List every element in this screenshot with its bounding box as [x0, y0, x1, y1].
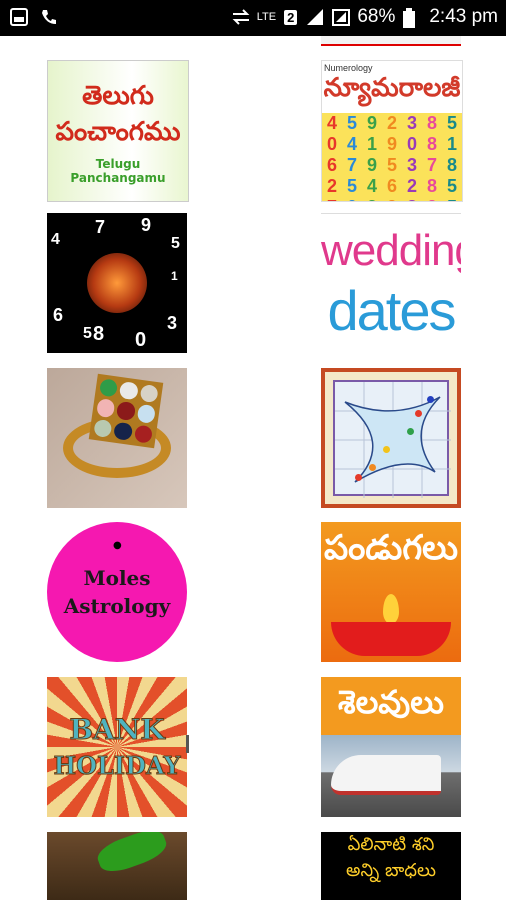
- numerology-digit: 5: [386, 155, 397, 175]
- numerology-digit: 1: [366, 134, 377, 154]
- numerology-digit: 2: [386, 113, 397, 133]
- numerology-digit: 3: [406, 113, 417, 133]
- numerology-digit: 5: [446, 113, 457, 133]
- clock-number: 6: [53, 305, 64, 325]
- numerology-digit: 7: [346, 155, 357, 175]
- train-image: [321, 735, 461, 817]
- numerology-digit: 0: [406, 134, 417, 154]
- numerology-digit: 8: [426, 176, 437, 196]
- tile-title-english: Telugu Panchangamu: [70, 157, 166, 185]
- numerology-digit: 8: [402, 197, 422, 201]
- bank-holiday-line2: HOLIDAY: [53, 751, 181, 781]
- scroll-indicator: [186, 735, 189, 753]
- numerology-digit: 8: [426, 113, 437, 133]
- numerology-telugu-label: న్యూమరాలజీ: [323, 73, 461, 103]
- network-type-label: LTE: [256, 10, 277, 23]
- elinati-line2: అన్ని బాధలు: [346, 860, 436, 881]
- vastu-chart-tile[interactable]: [321, 368, 461, 508]
- numerology-digit: 0: [326, 134, 337, 154]
- train-body: [331, 755, 441, 795]
- clock-number: 7: [95, 217, 106, 237]
- numerology-digit: 8: [426, 134, 437, 154]
- numerology-digit: 3: [362, 197, 382, 201]
- numerology-digit: 9: [366, 155, 377, 175]
- numerology-clock-tile[interactable]: 7 4 9 5 1 6 3 5 8 0: [47, 213, 187, 353]
- numerology-digit: 8: [446, 155, 457, 175]
- signal-2-icon: [331, 8, 351, 26]
- dates-word: dates: [327, 279, 457, 342]
- chili-pepper-image: [93, 832, 171, 878]
- tile-title-telugu: తెలుగు పంచాంగము: [55, 81, 181, 147]
- numerology-digit: 5: [346, 113, 357, 133]
- clock-time: 2:43 pm: [429, 6, 498, 27]
- clock-number: 0: [135, 329, 147, 351]
- moles-astrology-tile[interactable]: ● Moles Astrology: [47, 522, 187, 662]
- numerology-tile[interactable]: Numerology న్యూమరాలజీ 459238504190816795…: [321, 60, 463, 202]
- numerology-digit: 5: [446, 176, 457, 196]
- battery-icon: [403, 8, 421, 28]
- bank-holiday-line1: BANK: [69, 713, 165, 747]
- clock-number: 3: [167, 313, 178, 333]
- partial-tile-top-right: [321, 36, 461, 46]
- data-transfer-icon: [231, 8, 250, 26]
- numerology-digit: 1: [446, 134, 457, 154]
- selavulu-title: శెలవులు: [338, 683, 444, 721]
- numerology-digit: 0: [342, 197, 362, 201]
- clock-number: 5: [83, 325, 92, 342]
- vastu-grid: [333, 380, 451, 498]
- diya-lamp-image: [331, 622, 451, 656]
- signal-icon: [305, 8, 324, 26]
- wedding-word: wedding: [321, 226, 461, 275]
- numerology-digit: 3: [406, 155, 417, 175]
- numerology-digit: 5: [442, 197, 462, 201]
- numerology-digit: 4: [346, 134, 357, 154]
- numerology-digit: 7: [322, 197, 342, 201]
- mole-dot: ●: [113, 540, 122, 551]
- numerology-digit: 4: [366, 176, 377, 196]
- clock-number: 4: [51, 231, 60, 248]
- gemstone-cluster: [88, 373, 164, 449]
- moles-title-line2: Astrology: [63, 594, 171, 618]
- pandugalu-title: పండుగలు: [323, 528, 459, 568]
- cosmic-sun-image: [87, 253, 147, 313]
- bank-holiday-tile[interactable]: BANK HOLIDAY: [47, 677, 187, 817]
- clock-number: 5: [171, 235, 180, 252]
- clock-number: 1: [171, 269, 178, 283]
- numerology-digit: 6: [386, 176, 397, 196]
- numerology-digit: 6: [326, 155, 337, 175]
- gallery-icon: [10, 8, 28, 26]
- numerology-digit: 4: [326, 113, 337, 133]
- numerology-digit: 9: [386, 134, 397, 154]
- numerology-digit: 2: [422, 197, 442, 201]
- lamp-flame: [383, 594, 399, 624]
- pandugalu-festivals-tile[interactable]: పండుగలు: [321, 522, 461, 662]
- clock-number: 8: [93, 323, 105, 345]
- status-bar: LTE 2 68% 2:43 pm: [0, 0, 506, 36]
- selavulu-holidays-tile[interactable]: శెలవులు: [321, 677, 461, 817]
- numerology-digit: 2: [326, 176, 337, 196]
- navaratna-ring-tile[interactable]: [47, 368, 187, 508]
- numerology-english-label: Numerology: [324, 63, 373, 73]
- elinati-line1: ఏలినాటి శని: [347, 834, 435, 855]
- colorful-digits-image: 4592385041908167953782546285703982564: [322, 113, 462, 201]
- numerology-digit: 9: [382, 197, 402, 201]
- numerology-digit: 9: [366, 113, 377, 133]
- numerology-digit: 2: [406, 176, 417, 196]
- numerology-digit: 7: [426, 155, 437, 175]
- wedding-dates-tile[interactable]: wedding dates: [321, 213, 461, 354]
- sim-slot-badge: 2: [284, 9, 298, 25]
- elinati-shani-tile[interactable]: ఏలినాటి శని అన్ని బాధలు: [321, 832, 461, 900]
- battery-percent: 68%: [357, 6, 396, 27]
- numerology-digit: 5: [346, 176, 357, 196]
- moles-title-line1: Moles: [83, 566, 151, 590]
- clock-number: 9: [141, 215, 152, 235]
- green-chili-tile[interactable]: [47, 832, 187, 900]
- telugu-panchangamu-tile[interactable]: తెలుగు పంచాంగము Telugu Panchangamu: [47, 60, 189, 202]
- call-icon: [40, 8, 58, 26]
